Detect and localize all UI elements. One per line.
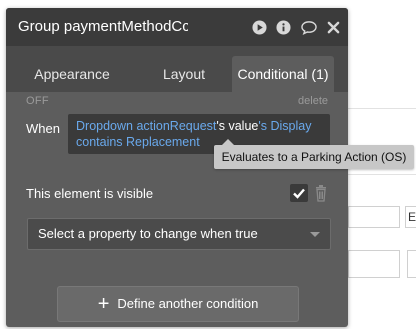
panel-title: Group paymentMethodCc bbox=[18, 18, 188, 35]
tab-layout[interactable]: Layout bbox=[134, 56, 234, 92]
background-field bbox=[348, 250, 400, 278]
panel-titlebar[interactable]: Group paymentMethodCc bbox=[6, 8, 348, 46]
property-select-placeholder: Select a property to change when true bbox=[38, 226, 258, 241]
define-condition-label: Define another condition bbox=[117, 296, 259, 311]
property-select[interactable]: Select a property to change when true bbox=[27, 218, 331, 250]
background-field bbox=[407, 250, 416, 278]
checkmark-icon bbox=[293, 188, 305, 199]
when-label: When bbox=[26, 121, 60, 136]
info-icon[interactable] bbox=[276, 20, 291, 35]
expression-field[interactable]: 's Display bbox=[258, 119, 311, 133]
tab-conditional[interactable]: Conditional (1) bbox=[232, 56, 334, 92]
property-label: This element is visible bbox=[26, 186, 154, 201]
define-condition-button[interactable]: + Define another condition bbox=[57, 286, 299, 322]
tab-appearance[interactable]: Appearance bbox=[18, 56, 126, 92]
expression-tooltip: Evaluates to a Parking Action (OS) bbox=[214, 139, 414, 169]
background-field bbox=[348, 206, 400, 228]
expression-comparison[interactable]: contains Replacement bbox=[76, 135, 200, 149]
condition-state-label[interactable]: OFF bbox=[26, 95, 49, 107]
trash-icon[interactable] bbox=[314, 184, 328, 202]
background-divider bbox=[348, 108, 416, 109]
chevron-down-icon bbox=[310, 232, 320, 237]
expression-source[interactable]: Dropdown actionRequest bbox=[76, 119, 216, 133]
expression-operator[interactable]: 's value bbox=[216, 119, 258, 133]
visible-checkbox[interactable] bbox=[290, 184, 308, 202]
delete-condition-link[interactable]: delete bbox=[298, 95, 328, 107]
property-row: This element is visible bbox=[26, 184, 336, 204]
background-letter: E bbox=[408, 210, 416, 224]
background-divider bbox=[348, 174, 416, 175]
tab-bar: Appearance Layout Conditional (1) bbox=[6, 46, 348, 92]
plus-icon: + bbox=[97, 293, 110, 315]
comment-icon[interactable] bbox=[300, 20, 318, 35]
close-icon[interactable] bbox=[327, 20, 340, 35]
play-icon[interactable] bbox=[252, 20, 267, 35]
